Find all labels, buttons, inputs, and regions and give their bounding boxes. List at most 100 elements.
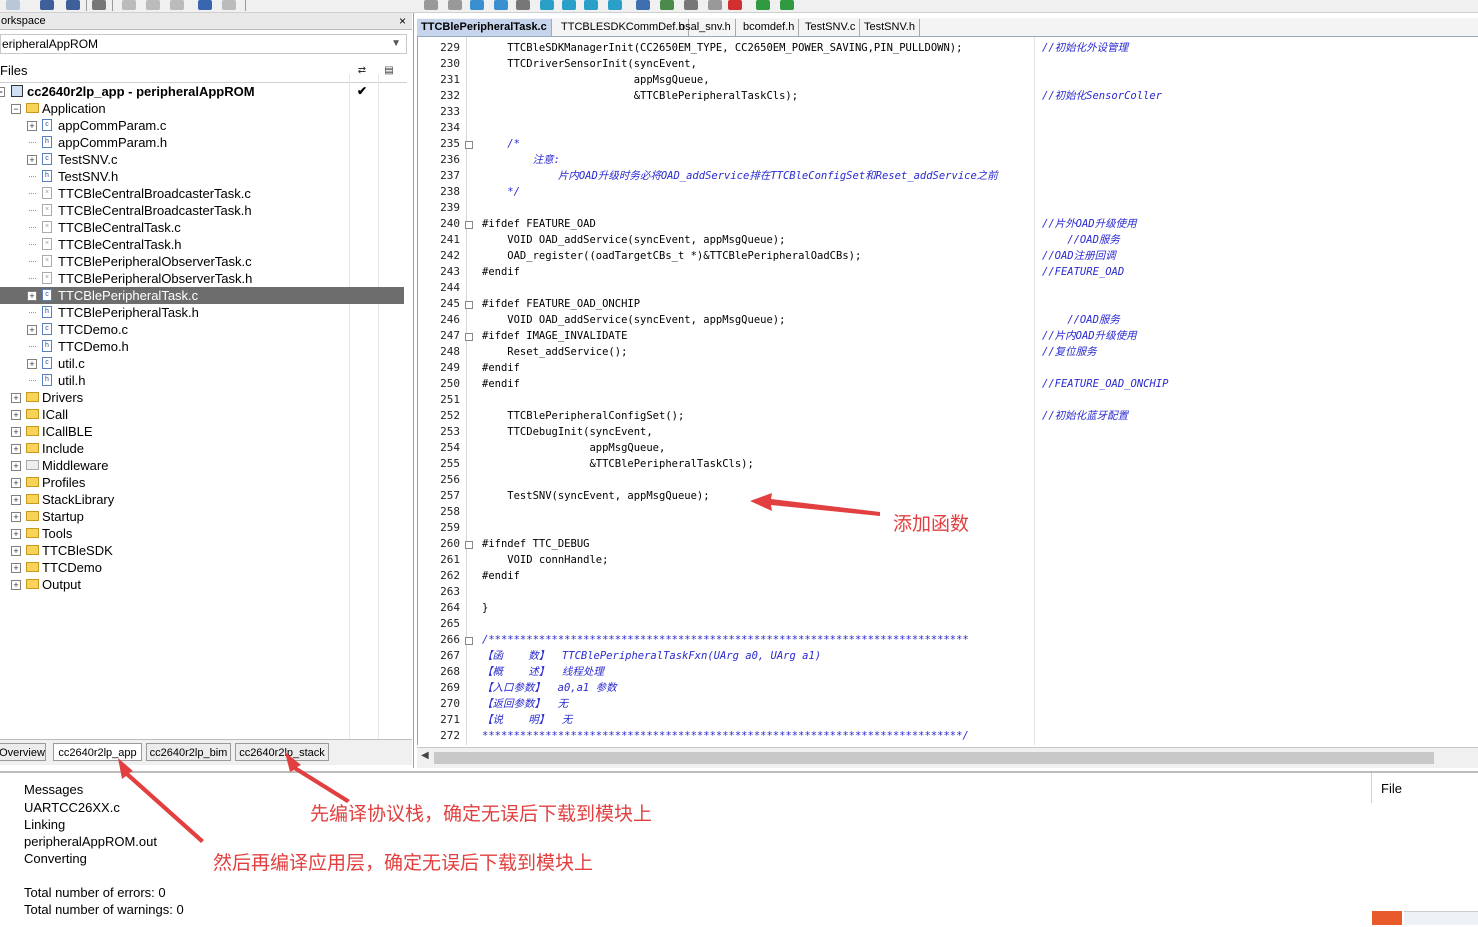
tree-file[interactable]: + c TTCBlePeripheralTask.c [0,287,404,304]
fold-marker-icon[interactable] [465,141,473,149]
scroll-left-icon[interactable]: ◀ [421,750,429,761]
expand-icon[interactable]: + [11,478,21,488]
tree-file[interactable]: h TTCDemo.h [0,338,404,355]
tree-file[interactable]: + c appCommParam.c [0,117,404,134]
scrollbar-thumb[interactable] [434,752,1434,764]
tab-overview[interactable]: Overview [0,743,46,761]
tree-item-label: Tools [42,526,73,541]
tree-folder[interactable]: + Profiles [0,474,404,491]
step-icon[interactable] [562,0,576,10]
files-build-icon[interactable]: ▤ [382,64,396,77]
stop-build-icon[interactable] [708,0,722,10]
toggle-bp-icon[interactable] [516,0,530,10]
tree-file[interactable]: + c TTCDemo.c [0,321,404,338]
horizontal-scrollbar[interactable]: ◀ [417,747,1478,768]
tab-testsnv-h[interactable]: TestSNV.h [860,19,920,36]
find-icon[interactable] [448,0,462,10]
save-all-icon[interactable] [66,0,80,10]
tree-file[interactable]: × TTCBleCentralTask.h [0,236,404,253]
paste-icon[interactable] [170,0,184,10]
tree-file[interactable]: × TTCBlePeripheralObserverTask.c [0,253,404,270]
step-icon[interactable] [540,0,554,10]
step-icon[interactable] [608,0,622,10]
breakpoint-icon[interactable] [728,0,742,10]
expand-icon[interactable]: + [11,580,21,590]
configuration-select[interactable]: eripheralAppROM ▼ [0,34,407,54]
bookmark-icon[interactable] [424,0,438,10]
save-icon[interactable] [40,0,54,10]
tree-file[interactable]: h TestSNV.h [0,168,404,185]
tab-cc2640r2lp-app[interactable]: cc2640r2lp_app [53,743,142,761]
expand-icon[interactable]: + [27,155,37,165]
tree-file[interactable]: × TTCBlePeripheralObserverTask.h [0,270,404,287]
tab-ttcblesdkcommdef-h[interactable]: TTCBLESDKCommDef.h [557,19,690,36]
expand-icon[interactable]: + [27,291,37,301]
nav-icon[interactable] [470,0,484,10]
tree-file[interactable]: × TTCBleCentralBroadcasterTask.h [0,202,404,219]
tree-file[interactable]: + c util.c [0,355,404,372]
tree-folder[interactable]: + ICallBLE [0,423,404,440]
download-debug-icon[interactable] [756,0,770,10]
tab-osal-snv-h[interactable]: osal_snv.h [675,19,736,36]
step-icon[interactable] [584,0,598,10]
print-icon[interactable] [92,0,106,10]
chevron-down-icon[interactable]: ▼ [391,35,401,53]
compile-icon[interactable] [636,0,650,10]
rebuild-icon[interactable] [684,0,698,10]
collapse-icon[interactable]: − [11,104,21,114]
tree-folder[interactable]: + Drivers [0,389,404,406]
collapse-icon[interactable]: − [0,87,5,97]
expand-icon[interactable]: + [11,512,21,522]
expand-icon[interactable]: + [11,461,21,471]
tab-cc2640r2lp-bim[interactable]: cc2640r2lp_bim [146,743,231,761]
cut-icon[interactable] [122,0,136,10]
tab-cc2640r2lp-stack[interactable]: cc2640r2lp_stack [235,743,329,761]
tree-folder[interactable]: + Include [0,440,404,457]
fold-marker-icon[interactable] [465,637,473,645]
project-row[interactable]: − cc2640r2lp_app - peripheralAppROM ✔ [0,83,404,100]
tree-file[interactable]: h TTCBlePeripheralTask.h [0,304,404,321]
tree-file[interactable]: + c TestSNV.c [0,151,404,168]
tab-testsnv-c[interactable]: TestSNV.c [801,19,861,36]
tree-folder[interactable]: + TTCBleSDK [0,542,404,559]
tree-file[interactable]: h util.h [0,372,404,389]
fold-marker-icon[interactable] [465,541,473,549]
tree-folder[interactable]: + StackLibrary [0,491,404,508]
new-file-icon[interactable] [6,0,20,10]
fold-marker-icon[interactable] [465,301,473,309]
debug-without-download-icon[interactable] [780,0,794,10]
undo-icon[interactable] [198,0,212,10]
expand-icon[interactable]: + [11,410,21,420]
tree-folder[interactable]: + TTCDemo [0,559,404,576]
redo-icon[interactable] [222,0,236,10]
expand-icon[interactable]: + [11,393,21,403]
tree-folder[interactable]: + ICall [0,406,404,423]
expand-icon[interactable]: + [11,546,21,556]
tree-file[interactable]: × TTCBleCentralBroadcasterTask.c [0,185,404,202]
tree-folder[interactable]: + Output [0,576,404,593]
tree-folder[interactable]: + Tools [0,525,404,542]
close-icon[interactable]: × [399,13,406,30]
tree-file[interactable]: × TTCBleCentralTask.c [0,219,404,236]
expand-icon[interactable]: + [11,495,21,505]
files-options-icon[interactable]: ⇄ [355,64,369,77]
expand-icon[interactable]: + [27,359,37,369]
expand-icon[interactable]: + [11,427,21,437]
code-editor[interactable]: 229 TTCBleSDKManagerInit(CC2650EM_TYPE, … [417,37,1478,745]
expand-icon[interactable]: + [11,529,21,539]
goto-icon[interactable] [494,0,508,10]
tab-bcomdef-h[interactable]: bcomdef.h [739,19,800,36]
expand-icon[interactable]: + [11,563,21,573]
copy-icon[interactable] [146,0,160,10]
make-icon[interactable] [660,0,674,10]
tree-folder[interactable]: − Application [0,100,404,117]
tab-ttcbleperipheraltask-c[interactable]: TTCBlePeripheralTask.c [417,19,552,36]
tree-folder[interactable]: + Middleware [0,457,404,474]
expand-icon[interactable]: + [27,325,37,335]
expand-icon[interactable]: + [11,444,21,454]
fold-marker-icon[interactable] [465,221,473,229]
tree-folder[interactable]: + Startup [0,508,404,525]
fold-marker-icon[interactable] [465,333,473,341]
expand-icon[interactable]: + [27,121,37,131]
tree-file[interactable]: h appCommParam.h [0,134,404,151]
